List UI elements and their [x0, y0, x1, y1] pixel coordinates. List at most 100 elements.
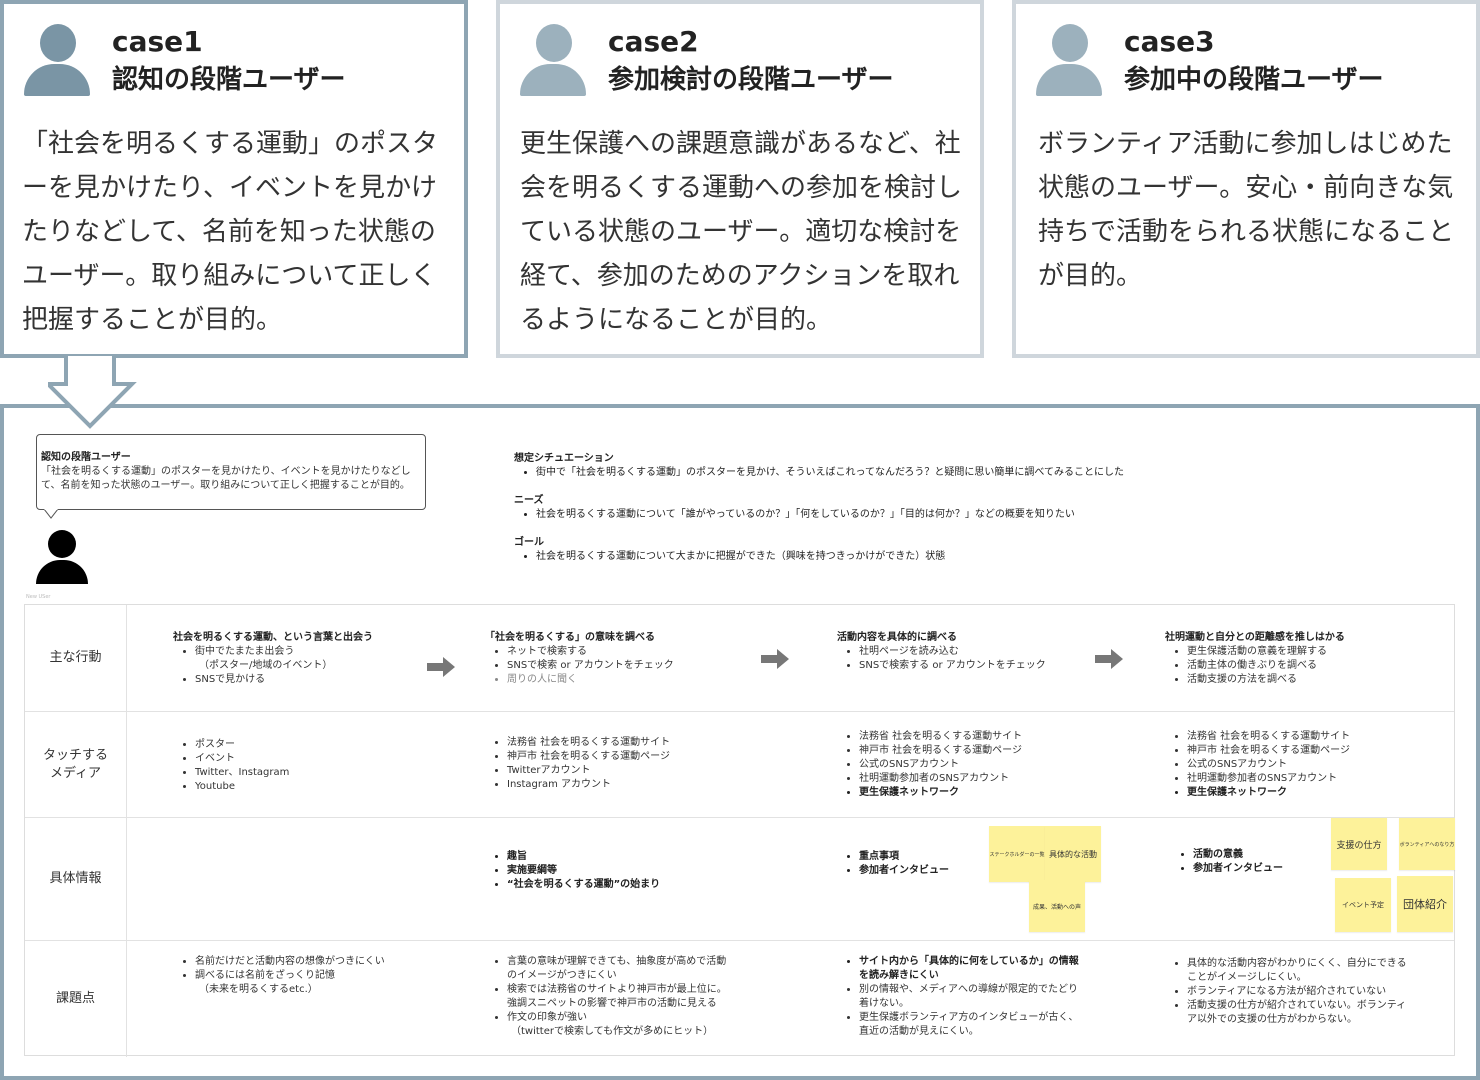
media-item: イベント	[195, 752, 433, 766]
info-list-4: 活動の意義 参加者インタビュー	[1171, 848, 1331, 876]
issue-item: 具体的な活動内容がわかりにくく、自分にできることがイメージしにくい。	[1187, 957, 1445, 985]
info-list-2: 趣旨 実施要綱等 “社会を明るくする運動”の始まり	[485, 850, 765, 892]
persona-speech-bubble: 認知の段階ユーザー 「社会を明るくする運動」のポスターを見かけたり、イベントを見…	[36, 434, 426, 510]
sticky-note[interactable]: 支援の仕方	[1331, 818, 1387, 870]
issue-item: ボランティアになる方法が紹介されていない	[1187, 985, 1445, 999]
issue-item: サイト内から「具体的に何をしているか」の情報を読み解きにくい	[859, 955, 1137, 983]
bubble-tail-icon	[44, 509, 58, 519]
sticky-note[interactable]: 団体紹介	[1397, 876, 1453, 932]
case-card-3[interactable]: case3 参加中の段階ユーザー ボランティア活動に参加しはじめた状態のユーザー…	[1012, 0, 1480, 358]
media-item: 更生保護ネットワーク	[859, 786, 1117, 800]
media-item: 神戸市 社会を明るくする運動ページ	[859, 744, 1117, 758]
case-header: case3 参加中の段階ユーザー	[1034, 24, 1383, 100]
persona-note: New USer	[26, 594, 51, 600]
case-header: case2 参加検討の段階ユーザー	[518, 24, 893, 100]
issue-list-4: 具体的な活動内容がわかりにくく、自分にできることがイメージしにくい。 ボランティ…	[1165, 957, 1445, 1027]
persona-avatar-icon	[34, 530, 90, 584]
situation-heading: 想定シチュエーション	[514, 453, 614, 464]
action-item: SNSで検索する or アカウントをチェック	[859, 659, 1097, 673]
info-item: 趣旨	[507, 850, 765, 864]
arrow-right-icon	[761, 649, 789, 669]
case-header: case1 認知の段階ユーザー	[22, 24, 345, 100]
info-item: 参加者インタビュー	[859, 864, 997, 878]
action-item: 街中でたまたま出会う（ポスター/地域のイベント）	[195, 645, 433, 673]
scenario-block: 想定シチュエーション 街中で「社会を明るくする運動」のポスターを見かけ、そういえ…	[514, 452, 1274, 578]
action-item: SNSで見かける	[195, 673, 433, 687]
info-list-3: 重点事項 参加者インタビュー	[837, 850, 997, 878]
info-item: 重点事項	[859, 850, 997, 864]
sticky-note[interactable]: イベント予定	[1335, 878, 1391, 932]
row-info: 具体情報 趣旨 実施要綱等 “社会を明るくする運動”の始まり 重点事項 参加者イ…	[25, 818, 1455, 941]
media-item: 法務省 社会を明るくする運動サイト	[507, 736, 765, 750]
persona-title: 認知の段階ユーザー	[41, 452, 131, 463]
media-list-3: 法務省 社会を明るくする運動サイト 神戸市 社会を明るくする運動ページ 公式のS…	[837, 730, 1117, 800]
media-item: Youtube	[195, 780, 433, 794]
case-card-1[interactable]: case1 認知の段階ユーザー 「社会を明るくする運動」のポスターを見かけたり、…	[0, 0, 468, 358]
action-item: 活動支援の方法を調べる	[1187, 673, 1425, 687]
case-description: 「社会を明るくする運動」のポスターを見かけたり、イベントを見かけたりなどして、名…	[22, 129, 439, 335]
case-title: 参加検討の段階ユーザー	[608, 65, 894, 95]
media-item: 法務省 社会を明るくする運動サイト	[1187, 730, 1445, 744]
action-item: ネットで検索する	[507, 645, 765, 659]
case-description: ボランティア活動に参加しはじめた状態のユーザー。安心・前向きな気持ちで活動をられ…	[1038, 129, 1455, 291]
issue-item: 検索では法務省のサイトより神戸市が最上位に。強調スニペットの影響で神戸市の活動に…	[507, 983, 785, 1011]
media-item: 公式のSNSアカウント	[859, 758, 1117, 772]
row-label: 具体情報	[25, 818, 127, 940]
issue-item: 活動支援の仕方が紹介されていない。ボランティア以外での支援の仕方がわからない。	[1187, 999, 1445, 1027]
media-item: Instagram アカウント	[507, 778, 765, 792]
arrow-right-icon	[1095, 649, 1123, 669]
row-media: タッチする メディア ポスター イベント Twitter、Instagram Y…	[25, 712, 1454, 818]
action-step-2: 「社会を明るくする」の意味を調べる ネットで検索する SNSで検索 or アカウ…	[485, 631, 765, 687]
media-item: 更生保護ネットワーク	[1187, 786, 1445, 800]
issue-item: 別の情報や、メディアへの導線が限定的でたどり着けない。	[859, 983, 1137, 1011]
user-icon	[518, 24, 588, 96]
media-item: 神戸市 社会を明るくする運動ページ	[1187, 744, 1445, 758]
action-step-1: 社会を明るくする運動、という言葉と出会う 街中でたまたま出会う（ポスター/地域の…	[173, 631, 433, 687]
media-item: ポスター	[195, 738, 433, 752]
sticky-note[interactable]: ステークホルダーの一覧	[989, 826, 1045, 882]
row-label: タッチする メディア	[25, 712, 127, 817]
arrow-right-icon	[427, 657, 455, 677]
goal-heading: ゴール	[514, 537, 544, 548]
situation-text: 街中で「社会を明るくする運動」のポスターを見かけ、そういえばこれってなんだろう？…	[536, 466, 1274, 480]
media-list-4: 法務省 社会を明るくする運動サイト 神戸市 社会を明るくする運動ページ 公式のS…	[1165, 730, 1445, 800]
case-number: case3	[1124, 25, 1215, 58]
needs-text: 社会を明るくする運動について「誰がやっているのか？」「何をしているのか？」「目的…	[536, 508, 1274, 522]
action-title: 活動内容を具体的に調べる	[837, 632, 957, 643]
action-title: 社会を明るくする運動、という言葉と出会う	[173, 632, 373, 643]
case-card-2[interactable]: case2 参加検討の段階ユーザー 更生保護への課題意識があるなど、社会を明るく…	[496, 0, 984, 358]
user-icon	[1034, 24, 1104, 96]
media-item: Twitterアカウント	[507, 764, 765, 778]
case-title: 認知の段階ユーザー	[112, 65, 346, 95]
sticky-note[interactable]: 具体的な活動	[1045, 826, 1101, 882]
row-issues: 課題点 名前だけだと活動内容の想像がつきにくい 調べるには名前をざっくり記憶（未…	[25, 941, 1454, 1057]
media-item: 公式のSNSアカウント	[1187, 758, 1445, 772]
action-item: SNSで検索 or アカウントをチェック	[507, 659, 765, 673]
issue-item: 更生保護ボランティア方のインタビューが古く、直近の活動が見えにくい。	[859, 1011, 1137, 1039]
sticky-note[interactable]: 成果、活動への声	[1029, 880, 1085, 932]
issue-item: 調べるには名前をざっくり記憶（未来を明るくするetc.）	[195, 969, 433, 997]
issue-item: 言葉の意味が理解できても、抽象度が高めで活動のイメージがつきにくい	[507, 955, 785, 983]
action-step-4: 社明運動と自分との距離感を推しはかる 更生保護活動の意義を理解する 活動主体の働…	[1165, 631, 1425, 687]
case-number: case2	[608, 25, 699, 58]
sticky-note[interactable]: ボランティアへのなり方	[1399, 818, 1455, 870]
media-list-1: ポスター イベント Twitter、Instagram Youtube	[173, 738, 433, 794]
action-item: 更生保護活動の意義を理解する	[1187, 645, 1425, 659]
action-step-3: 活動内容を具体的に調べる 社明ページを読み込む SNSで検索する or アカウン…	[837, 631, 1097, 673]
issue-item: 名前だけだと活動内容の想像がつきにくい	[195, 955, 433, 969]
info-item: 実施要綱等	[507, 864, 765, 878]
needs-heading: ニーズ	[514, 495, 544, 506]
goal-text: 社会を明るくする運動について大まかに把握ができた（興味を持つきっかけができた）状…	[536, 550, 1274, 564]
journey-table: 主な行動 社会を明るくする運動、という言葉と出会う 街中でたまたま出会う（ポスタ…	[24, 604, 1455, 1057]
case-number: case1	[112, 25, 203, 58]
action-item: 周りの人に聞く	[507, 673, 765, 687]
row-label: 課題点	[25, 941, 127, 1057]
media-item: 社明運動参加者のSNSアカウント	[1187, 772, 1445, 786]
persona-text: 「社会を明るくする運動」のポスターを見かけたり、イベントを見かけたりなどして、名…	[41, 466, 411, 491]
arrow-down-icon	[48, 354, 137, 429]
case-title: 参加中の段階ユーザー	[1124, 65, 1384, 95]
media-item: 神戸市 社会を明るくする運動ページ	[507, 750, 765, 764]
action-item: 活動主体の働きぶりを調べる	[1187, 659, 1425, 673]
media-item: 社明運動参加者のSNSアカウント	[859, 772, 1117, 786]
action-title: 「社会を明るくする」の意味を調べる	[485, 632, 655, 643]
